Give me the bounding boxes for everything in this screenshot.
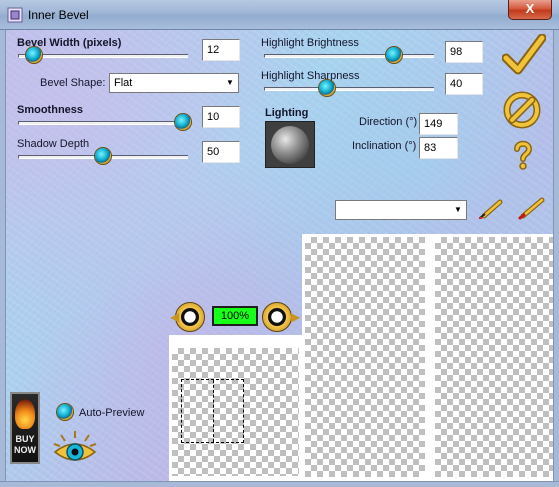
shadow-depth-field[interactable]: 50 bbox=[202, 141, 240, 163]
highlight-sharpness-slider-knob[interactable] bbox=[319, 80, 335, 96]
checkmark-icon[interactable] bbox=[502, 34, 546, 76]
cancel-icon[interactable] bbox=[502, 90, 542, 130]
direction-label: Direction (°) bbox=[359, 116, 418, 128]
bevel-width-slider-track[interactable] bbox=[18, 54, 188, 58]
bevel-shape-select[interactable]: Flat ▼ bbox=[109, 73, 239, 93]
highlight-brightness-slider-track[interactable] bbox=[264, 54, 434, 58]
inclination-label: Inclination (°) bbox=[352, 140, 417, 152]
auto-preview-toggle[interactable] bbox=[57, 404, 73, 420]
direction-field[interactable]: 149 bbox=[419, 113, 458, 135]
inclination-field[interactable]: 83 bbox=[419, 137, 458, 159]
lighting-preview[interactable] bbox=[265, 121, 315, 168]
shadow-depth-slider-knob[interactable] bbox=[95, 148, 111, 164]
pen-icon[interactable] bbox=[518, 196, 546, 220]
window-title: Inner Bevel bbox=[28, 8, 89, 22]
arrow-right-icon: ▶ bbox=[291, 310, 301, 324]
highlight-brightness-field[interactable]: 98 bbox=[445, 41, 483, 63]
preset-select[interactable]: ▼ bbox=[335, 200, 467, 220]
bevel-shape-value: Flat bbox=[114, 77, 133, 89]
chevron-down-icon: ▼ bbox=[454, 205, 462, 214]
highlight-brightness-label: Highlight Brightness bbox=[261, 37, 359, 49]
window-frame-right bbox=[553, 30, 559, 487]
shadow-depth-label: Shadow Depth bbox=[17, 138, 90, 150]
gold-eye-icon[interactable] bbox=[52, 430, 98, 468]
eye-left-icon[interactable]: ◀ bbox=[170, 302, 205, 332]
highlight-brightness-slider-knob[interactable] bbox=[386, 47, 402, 63]
buy-now-button[interactable]: BUY NOW bbox=[10, 392, 40, 464]
bevel-width-slider-knob[interactable] bbox=[26, 47, 42, 63]
chevron-down-icon: ▼ bbox=[226, 78, 234, 87]
zoom-level: 100% bbox=[212, 306, 258, 326]
close-button[interactable]: X bbox=[508, 0, 552, 20]
auto-preview-label: Auto-Preview bbox=[79, 407, 145, 419]
smoothness-label: Smoothness bbox=[17, 104, 84, 116]
dialog-client-area: Bevel Width (pixels) 12 Bevel Shape: Fla… bbox=[6, 30, 553, 481]
navigator-selection-divider bbox=[213, 380, 214, 442]
smoothness-field[interactable]: 10 bbox=[202, 106, 240, 128]
preview-before[interactable] bbox=[305, 237, 425, 477]
question-mark-icon[interactable] bbox=[512, 140, 534, 170]
bevel-shape-label: Bevel Shape: bbox=[40, 77, 106, 89]
lighting-sphere[interactable] bbox=[271, 126, 309, 164]
smoothness-slider-knob[interactable] bbox=[175, 114, 191, 130]
title-bar[interactable]: Inner Bevel X bbox=[0, 0, 559, 30]
eyedropper-icon[interactable] bbox=[478, 198, 506, 220]
bevel-width-field[interactable]: 12 bbox=[202, 39, 240, 61]
highlight-sharpness-label: Highlight Sharpness bbox=[261, 70, 360, 82]
preview-after[interactable] bbox=[435, 237, 553, 477]
eye-right-icon[interactable]: ▶ bbox=[262, 302, 300, 332]
smoothness-slider-track[interactable] bbox=[18, 121, 188, 125]
window-frame-bottom bbox=[0, 481, 559, 487]
highlight-sharpness-field[interactable]: 40 bbox=[445, 73, 483, 95]
buy-now-label: BUY NOW bbox=[14, 434, 36, 455]
lighting-label: Lighting bbox=[265, 107, 309, 119]
arrow-left-icon: ◀ bbox=[170, 310, 180, 324]
flame-icon bbox=[15, 399, 35, 429]
highlight-sharpness-slider-track[interactable] bbox=[264, 87, 434, 91]
app-icon bbox=[7, 7, 23, 23]
